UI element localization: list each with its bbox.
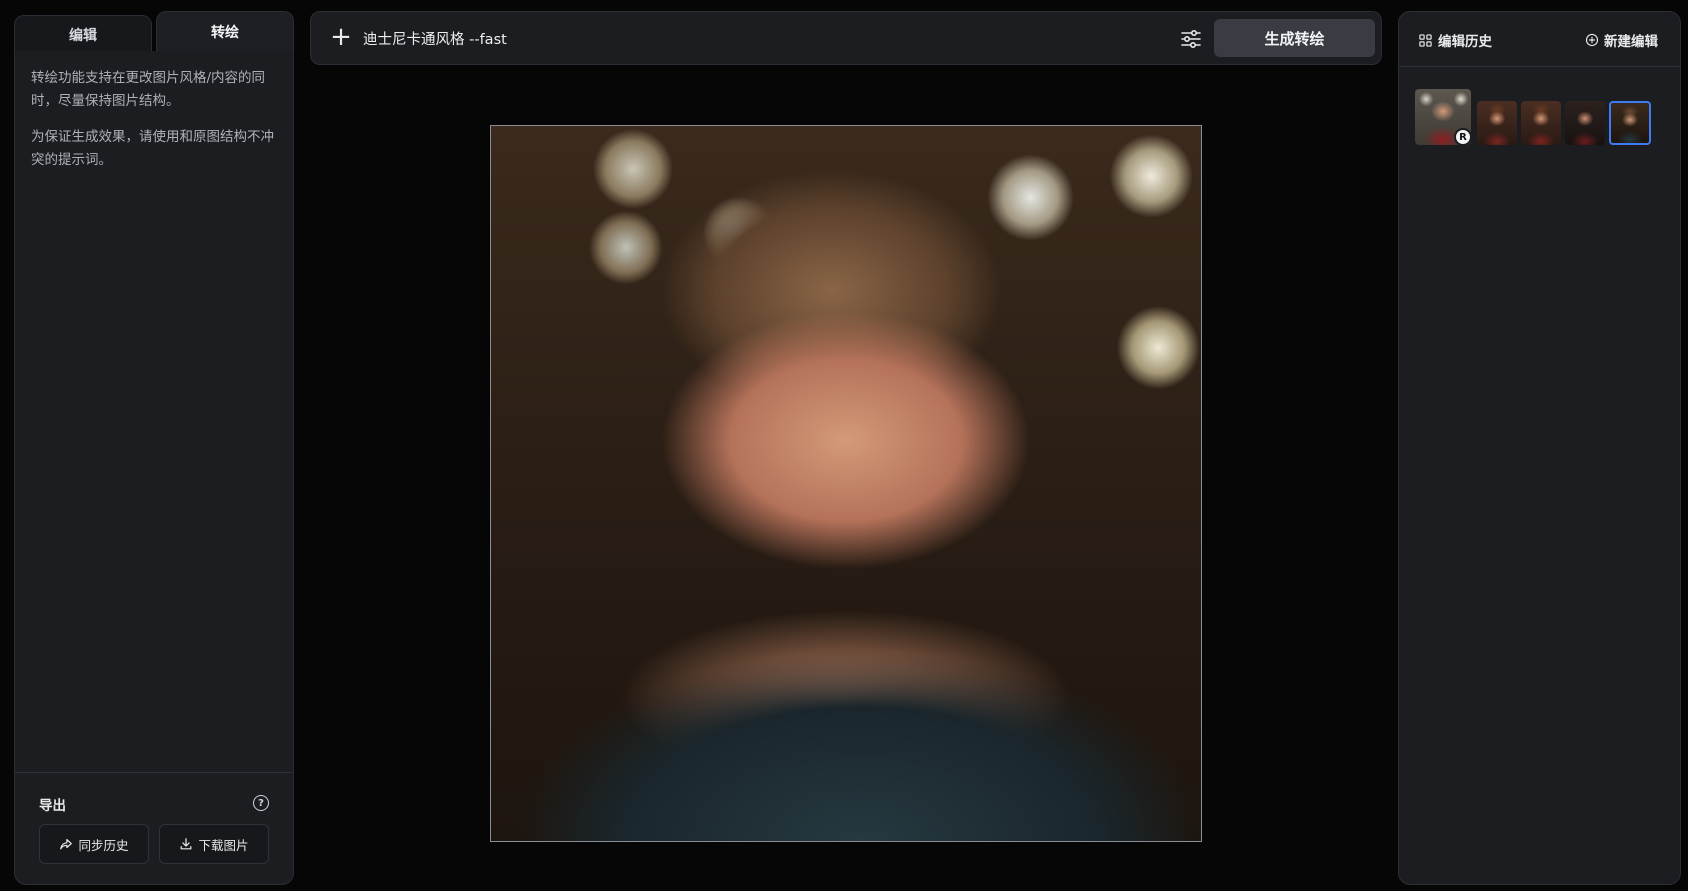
description-line-1: 转绘功能支持在更改图片风格/内容的同时，尽量保持图片结构。 bbox=[31, 70, 266, 109]
grid-icon bbox=[1419, 33, 1432, 47]
generate-redraw-button[interactable]: 生成转绘 bbox=[1214, 19, 1375, 57]
mode-tabs: 编辑 转绘 bbox=[14, 11, 294, 53]
tab-redraw[interactable]: 转绘 bbox=[156, 11, 294, 51]
history-thumbnail-selected[interactable] bbox=[1609, 101, 1651, 145]
tab-edit[interactable]: 编辑 bbox=[14, 15, 152, 53]
share-icon bbox=[60, 839, 73, 850]
history-thumbnails: R bbox=[1415, 89, 1675, 149]
new-edit-label: 新建编辑 bbox=[1604, 34, 1658, 50]
app-root: 编辑 转绘 转绘功能支持在更改图片风格/内容的同时，尽量保持图片结构。 为保证生… bbox=[0, 0, 1688, 891]
history-thumbnail[interactable] bbox=[1521, 101, 1561, 145]
history-title-label: 编辑历史 bbox=[1438, 34, 1492, 50]
sync-history-button[interactable]: 同步历史 bbox=[39, 824, 149, 864]
history-title: 编辑历史 bbox=[1419, 30, 1492, 50]
sliders-icon[interactable] bbox=[1179, 27, 1203, 51]
download-image-button[interactable]: 下载图片 bbox=[159, 824, 269, 864]
history-header: 编辑历史 新建编辑 bbox=[1399, 12, 1680, 67]
history-thumbnail[interactable] bbox=[1565, 101, 1605, 145]
history-thumbnail[interactable] bbox=[1477, 101, 1517, 145]
export-section: 导出 ? 同步历史 下载图片 bbox=[15, 772, 293, 884]
redraw-panel: 转绘功能支持在更改图片风格/内容的同时，尽量保持图片结构。 为保证生成效果，请使… bbox=[14, 51, 294, 885]
download-icon bbox=[181, 838, 192, 850]
description-line-2: 为保证生成效果，请使用和原图结构不冲突的提示词。 bbox=[31, 129, 274, 168]
question-circle-icon[interactable]: ? bbox=[253, 795, 269, 811]
download-image-label: 下载图片 bbox=[198, 837, 249, 853]
result-image bbox=[490, 125, 1202, 842]
new-edit-button[interactable]: 新建编辑 bbox=[1585, 30, 1658, 50]
prompt-input[interactable]: 迪士尼卡通风格 --fast bbox=[363, 28, 507, 49]
sync-history-label: 同步历史 bbox=[78, 837, 129, 853]
export-title: 导出 bbox=[39, 798, 66, 814]
original-badge: R bbox=[1454, 128, 1472, 146]
prompt-bar: + 迪士尼卡通风格 --fast 生成转绘 bbox=[310, 11, 1382, 65]
plus-icon[interactable]: + bbox=[329, 24, 353, 50]
plus-circle-icon bbox=[1585, 33, 1599, 47]
left-panel: 编辑 转绘 转绘功能支持在更改图片风格/内容的同时，尽量保持图片结构。 为保证生… bbox=[14, 11, 294, 885]
redraw-description: 转绘功能支持在更改图片风格/内容的同时，尽量保持图片结构。 为保证生成效果，请使… bbox=[31, 67, 281, 172]
history-panel: 编辑历史 新建编辑 R bbox=[1398, 11, 1681, 885]
